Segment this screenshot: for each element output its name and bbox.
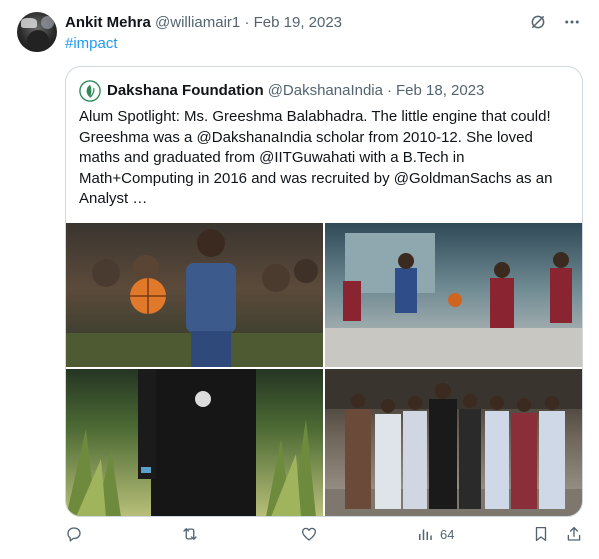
reply-button[interactable] [65,525,83,543]
bookmark-icon [535,526,547,542]
retweet-icon [183,528,197,540]
quoted-author-name[interactable]: Dakshana Foundation [107,81,264,101]
tweet-date[interactable]: Feb 19, 2023 [254,14,342,31]
grok-icon[interactable] [529,13,547,31]
tweet[interactable]: Ankit Mehra @williamair1 · Feb 19, 2023 … [0,0,599,559]
tweet-actions-bar: 64 [65,525,583,547]
media-grid [66,223,582,516]
photo-basketball-game-court[interactable] [325,223,582,367]
views-count: 64 [440,526,455,542]
like-icon [301,527,317,541]
quoted-tweet-text: Alum Spotlight: Ms. Greeshma Balabhadra.… [79,108,553,207]
quoted-tweet-header: Dakshana Foundation @DakshanaIndia · Feb… [79,80,484,102]
author-handle[interactable]: @williamair1 [155,14,240,31]
photo-girl-in-black-tshirt-garden[interactable] [66,369,323,516]
tweet-top-actions [529,13,581,31]
reply-icon [67,527,81,542]
separator: · [244,14,250,31]
more-dots-icon[interactable] [563,13,581,31]
views-icon [419,529,432,540]
photo-girl-dribbling-basketball[interactable] [66,223,323,367]
like-button[interactable] [300,525,318,543]
quoted-tweet[interactable]: Dakshana Foundation @DakshanaIndia · Feb… [65,66,583,517]
author-name[interactable]: Ankit Mehra [65,14,151,31]
photo-group-of-students[interactable] [325,369,582,516]
dakshana-logo-icon[interactable] [79,80,101,102]
avatar[interactable] [17,12,57,52]
bookmark-button[interactable] [532,525,550,543]
quoted-date[interactable]: Feb 18, 2023 [396,81,484,101]
hashtag-link[interactable]: #impact [65,34,118,54]
tweet-header: Ankit Mehra @williamair1 · Feb 19, 2023 [65,13,342,33]
views-button[interactable]: 64 [416,525,454,543]
retweet-button[interactable] [181,525,199,543]
share-button[interactable] [565,525,583,543]
quoted-author-handle[interactable]: @DakshanaIndia [268,81,383,101]
share-icon [567,526,581,541]
separator: · [387,82,392,99]
